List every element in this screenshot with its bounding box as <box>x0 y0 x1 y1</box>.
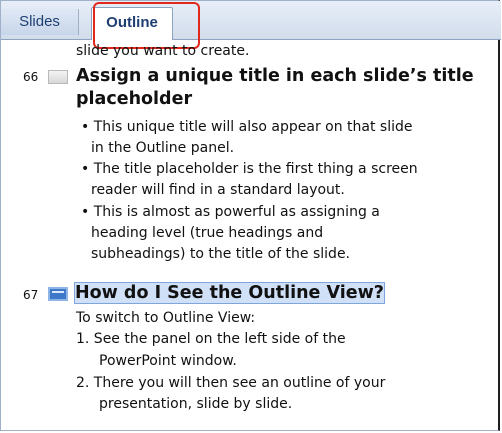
slide-66-title-continued[interactable]: placeholder <box>76 89 192 109</box>
bullet-line[interactable]: • This is almost as powerful as assignin… <box>81 204 380 220</box>
slide-66-thumbnail-icon[interactable] <box>48 70 68 84</box>
numbered-line[interactable]: presentation, slide by slide. <box>99 396 292 412</box>
outline-pane: Slides Outline slide you want to create.… <box>0 0 501 432</box>
bullet-line[interactable]: subheadings) to the title of the slide. <box>91 246 350 262</box>
slide-67-thumbnail-icon[interactable] <box>48 287 68 301</box>
bullet-line[interactable]: • This unique title will also appear on … <box>81 119 413 135</box>
outline-content[interactable]: slide you want to create. 66 Assign a un… <box>1 39 499 432</box>
outline-text-line[interactable]: slide you want to create. <box>76 43 249 59</box>
numbered-line[interactable]: PowerPoint window. <box>99 353 237 369</box>
tab-outline[interactable]: Outline <box>91 7 173 40</box>
outline-text-line[interactable]: To switch to Outline View: <box>76 310 255 326</box>
bullet-line[interactable]: heading level (true headings and <box>91 225 323 241</box>
bullet-line[interactable]: reader will find in a standard layout. <box>91 182 345 198</box>
pane-tab-bar: Slides Outline <box>1 1 501 40</box>
slide-66-title[interactable]: Assign a unique title in each slide’s ti… <box>76 66 474 86</box>
slide-number-66: 66 <box>23 70 39 84</box>
bullet-line[interactable]: • The title placeholder is the first thi… <box>81 161 418 177</box>
bullet-line[interactable]: in the Outline panel. <box>91 140 234 156</box>
numbered-line[interactable]: 2. There you will then see an outline of… <box>76 375 385 391</box>
numbered-line[interactable]: 1. See the panel on the left side of the <box>76 331 346 347</box>
slide-67-title[interactable]: How do I See the Outline View? <box>74 282 385 304</box>
tab-slides[interactable]: Slides <box>1 9 79 35</box>
slide-number-67: 67 <box>23 288 39 302</box>
